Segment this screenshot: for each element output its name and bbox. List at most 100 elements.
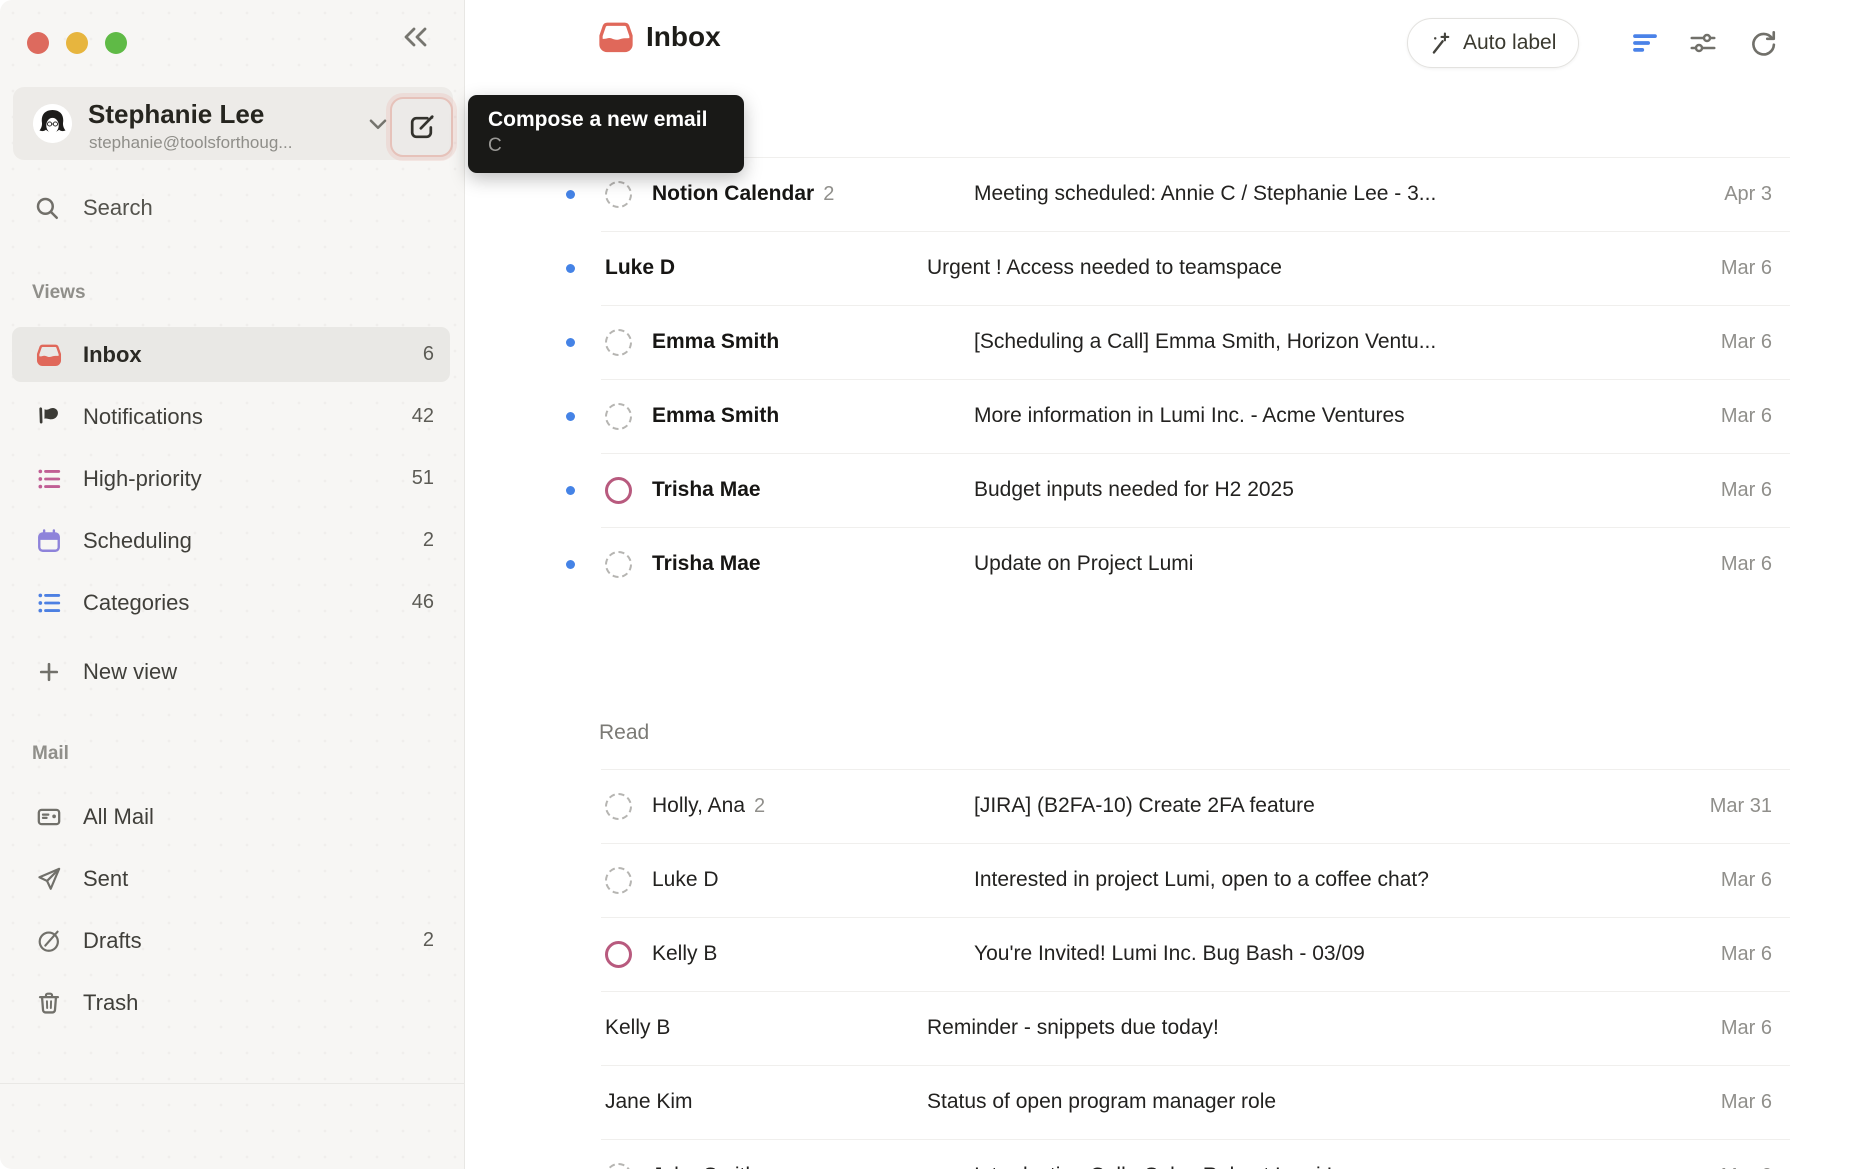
email-row[interactable]: Emma Smith More information in Lumi Inc.…	[466, 379, 1876, 453]
tooltip-title: Compose a new email	[488, 108, 724, 132]
collapse-sidebar-button[interactable]	[394, 16, 436, 58]
email-row[interactable]: Trisha Mae Update on Project Lumi Mar 6	[466, 527, 1876, 601]
search-button[interactable]: Search	[12, 180, 450, 236]
email-date: Apr 3	[1724, 183, 1772, 206]
sliders-icon	[1688, 28, 1718, 58]
display-settings-button[interactable]	[1686, 26, 1720, 60]
sender-cell: Emma Smith	[652, 330, 974, 354]
email-row[interactable]: Luke D Urgent ! Access needed to teamspa…	[466, 231, 1876, 305]
email-subject: Reminder - snippets due today!	[927, 1016, 1697, 1040]
filter-icon	[1630, 28, 1660, 58]
thread-count: 2	[823, 183, 834, 206]
email-row[interactable]: Kelly B You're Invited! Lumi Inc. Bug Ba…	[466, 917, 1876, 991]
sidebar-item-label: Notifications	[83, 404, 203, 430]
avatar	[33, 104, 72, 143]
profile-email: stephanie@toolsforthoug...	[89, 133, 292, 153]
sidebar-item-icon	[36, 342, 62, 368]
sender-name: John Smith	[652, 1164, 757, 1169]
sender-cell: Trisha Mae	[652, 552, 974, 576]
sender-cell: Trisha Mae	[652, 478, 974, 502]
sidebar-item-label: Sent	[83, 866, 128, 892]
close-window-button[interactable]	[27, 32, 49, 54]
filter-button[interactable]	[1628, 26, 1662, 60]
sidebar-item[interactable]: Drafts 2	[12, 913, 450, 968]
sender-cell: Notion Calendar 2	[652, 182, 974, 206]
unread-dot-icon	[566, 560, 575, 569]
email-row[interactable]: Luke D Interested in project Lumi, open …	[466, 843, 1876, 917]
minimize-window-button[interactable]	[66, 32, 88, 54]
sidebar-item-icon	[36, 590, 62, 616]
email-row[interactable]: Emma Smith [Scheduling a Call] Emma Smit…	[466, 305, 1876, 379]
sender-name: Trisha Mae	[652, 552, 761, 576]
page-title: Inbox	[646, 21, 721, 53]
sidebar-item[interactable]: All Mail	[12, 789, 450, 844]
email-row[interactable]: Jane Kim Status of open program manager …	[466, 1065, 1876, 1139]
profile-name: Stephanie Lee	[88, 99, 264, 130]
sidebar-item[interactable]: Sent	[12, 851, 450, 906]
sender-cell: Luke D	[605, 256, 927, 280]
email-subject: [JIRA] (B2FA-10) Create 2FA feature	[974, 794, 1686, 818]
email-date: Mar 6	[1721, 331, 1772, 354]
sender-name: Luke D	[652, 868, 719, 892]
email-subject: Urgent ! Access needed to teamspace	[927, 256, 1697, 280]
sidebar-item-label: Trash	[83, 990, 138, 1016]
sidebar-item-label: Inbox	[83, 342, 142, 368]
sender-name: Kelly B	[605, 1016, 670, 1040]
new-view-label: New view	[83, 659, 177, 685]
plus-icon	[36, 659, 62, 685]
email-row[interactable]: John Smith Introduction Call - Sales Rol…	[466, 1139, 1876, 1169]
sender-cell: Kelly B	[605, 1016, 927, 1040]
sidebar-item-label: Drafts	[83, 928, 142, 954]
sidebar-item[interactable]: Notifications 42	[12, 389, 450, 444]
email-subject: Interested in project Lumi, open to a co…	[974, 868, 1697, 892]
sidebar-footer: N 14 ?	[0, 1083, 465, 1169]
zoom-window-button[interactable]	[105, 32, 127, 54]
email-row[interactable]: Holly, Ana 2 [JIRA] (B2FA-10) Create 2FA…	[466, 769, 1876, 843]
auto-label-button[interactable]: Auto label	[1407, 18, 1579, 68]
avatar	[605, 181, 632, 208]
email-subject: Meeting scheduled: Annie C / Stephanie L…	[974, 182, 1700, 206]
email-date: Mar 6	[1721, 553, 1772, 576]
email-date: Mar 6	[1721, 869, 1772, 892]
sidebar-item-icon	[36, 528, 62, 554]
chevron-down-icon	[365, 111, 391, 137]
sender-name: Luke D	[605, 256, 675, 280]
email-row[interactable]: Trisha Mae Budget inputs needed for H2 2…	[466, 453, 1876, 527]
magic-wand-icon	[1426, 30, 1453, 57]
account-switcher[interactable]: Stephanie Lee stephanie@toolsforthoug...	[13, 87, 453, 160]
sidebar-item[interactable]: High-priority 51	[12, 451, 450, 506]
avatar	[605, 403, 632, 430]
sidebar-item[interactable]: Categories 46	[12, 575, 450, 630]
sidebar-item-count: 42	[412, 405, 434, 428]
unread-email-list: Notion Calendar 2 Meeting scheduled: Ann…	[466, 157, 1876, 601]
avatar	[605, 793, 632, 820]
compose-button[interactable]	[390, 97, 453, 157]
sidebar-item-icon	[36, 804, 62, 830]
sidebar: Stephanie Lee stephanie@toolsforthoug...…	[0, 0, 465, 1169]
mail-list: All Mail Sent Drafts 2 Trash	[12, 789, 450, 1037]
sidebar-item[interactable]: Scheduling 2	[12, 513, 450, 568]
avatar	[605, 867, 632, 894]
refresh-button[interactable]	[1746, 26, 1780, 60]
double-chevron-left-icon	[397, 19, 433, 55]
email-date: Mar 6	[1721, 257, 1772, 280]
tooltip-shortcut: C	[488, 135, 724, 157]
sidebar-item-icon	[36, 990, 62, 1016]
main-content: Inbox Auto label	[466, 0, 1876, 1169]
sidebar-item[interactable]: Inbox 6	[12, 327, 450, 382]
unread-dot-icon	[566, 486, 575, 495]
sidebar-item[interactable]: Trash	[12, 975, 450, 1030]
sidebar-item-count: 2	[423, 929, 434, 952]
sidebar-item-count: 2	[423, 529, 434, 552]
sidebar-item-icon	[36, 928, 62, 954]
avatar	[605, 551, 632, 578]
email-row[interactable]: Kelly B Reminder - snippets due today! M…	[466, 991, 1876, 1065]
read-email-list: Holly, Ana 2 [JIRA] (B2FA-10) Create 2FA…	[466, 769, 1876, 1169]
sidebar-item-count: 51	[412, 467, 434, 490]
email-subject: Status of open program manager role	[927, 1090, 1697, 1114]
search-label: Search	[83, 195, 153, 221]
new-view-button[interactable]: New view	[12, 644, 450, 706]
email-subject: You're Invited! Lumi Inc. Bug Bash - 03/…	[974, 942, 1697, 966]
sender-name: Jane Kim	[605, 1090, 693, 1114]
views-section-header: Views	[32, 282, 86, 304]
